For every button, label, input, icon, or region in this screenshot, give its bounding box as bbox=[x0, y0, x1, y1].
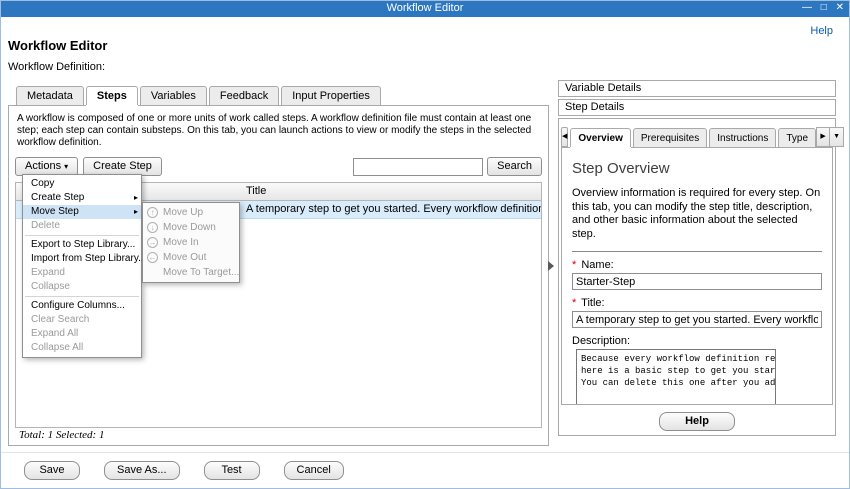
menu-separator bbox=[25, 235, 139, 236]
page-title: Workflow Editor bbox=[8, 38, 108, 53]
minimize-icon[interactable]: — bbox=[802, 2, 812, 13]
submenu-item-move-out: ← Move Out bbox=[147, 252, 207, 263]
divider bbox=[572, 251, 822, 252]
column-header-title[interactable]: Title bbox=[246, 185, 266, 197]
footer-buttons: Save Save As... Test Cancel bbox=[24, 461, 344, 480]
step-overview-heading: Step Overview bbox=[572, 160, 670, 177]
title-bar: Workflow Editor — □ ✕ bbox=[0, 0, 850, 17]
tab-strip-controls: ▶ ▼ bbox=[816, 127, 845, 147]
move-step-submenu: ↑ Move Up ↓ Move Down → Move In ← Move O… bbox=[142, 202, 240, 283]
menu-item-delete: Delete bbox=[31, 220, 60, 231]
footer-divider bbox=[0, 452, 850, 453]
blank-icon bbox=[147, 267, 158, 278]
name-label: * Name: bbox=[572, 259, 614, 271]
maximize-icon[interactable]: □ bbox=[821, 2, 827, 13]
actions-menu: Copy Create Step ▸ Move Step ▸ Delete Ex… bbox=[22, 174, 146, 358]
steps-description: A workflow is composed of one or more un… bbox=[17, 113, 532, 148]
menu-item-expand-all: Expand All bbox=[31, 328, 79, 339]
test-button[interactable]: Test bbox=[203, 461, 260, 480]
menu-item-collapse: Collapse bbox=[31, 281, 70, 292]
title-label: * Title: bbox=[572, 297, 605, 309]
tab-steps[interactable]: Steps bbox=[85, 86, 138, 105]
tab-feedback[interactable]: Feedback bbox=[208, 86, 280, 105]
submenu-item-move-up: ↑ Move Up bbox=[143, 205, 239, 220]
required-marker: * bbox=[572, 297, 577, 309]
menu-item-export-step-library[interactable]: Export to Step Library... bbox=[23, 238, 141, 252]
tab-type[interactable]: Type bbox=[778, 128, 817, 147]
description-textarea[interactable]: Because every workflow definition req he… bbox=[576, 349, 776, 404]
step-overview-description: Overview information is required for eve… bbox=[572, 187, 821, 240]
circle-arrow-up-icon: ↑ bbox=[147, 207, 158, 218]
window-title: Workflow Editor bbox=[386, 2, 464, 14]
left-tab-strip: Metadata Steps Variables Feedback Input … bbox=[16, 86, 383, 105]
title-field[interactable] bbox=[572, 311, 822, 328]
menu-item-move-step[interactable]: Move Step ▸ bbox=[23, 205, 141, 219]
tab-scroll-right-icon[interactable]: ▶ bbox=[816, 127, 831, 147]
save-button[interactable]: Save bbox=[24, 461, 80, 480]
menu-item-configure-columns[interactable]: Configure Columns... bbox=[23, 299, 141, 313]
workflow-definition-label: Workflow Definition: bbox=[8, 61, 105, 73]
submenu-item-move-in: → Move In bbox=[147, 237, 199, 248]
step-details-tab-strip: ◀ Overview Prerequisites Instructions Ty… bbox=[561, 122, 845, 147]
step-details-header[interactable]: Step Details bbox=[558, 99, 836, 116]
circle-arrow-left-icon: ← bbox=[147, 252, 158, 263]
menu-item-create-step[interactable]: Create Step ▸ bbox=[23, 191, 141, 205]
panel-splitter-icon[interactable] bbox=[548, 261, 554, 271]
submenu-item-move-down: ↓ Move Down bbox=[143, 220, 239, 235]
search-button[interactable]: Search bbox=[487, 157, 542, 176]
tab-instructions[interactable]: Instructions bbox=[709, 128, 777, 147]
variable-details-header[interactable]: Variable Details bbox=[558, 80, 836, 97]
cancel-button[interactable]: Cancel bbox=[283, 461, 344, 480]
help-link[interactable]: Help bbox=[810, 25, 833, 37]
step-title-cell: A temporary step to get you started. Eve… bbox=[246, 203, 541, 215]
circle-arrow-down-icon: ↓ bbox=[147, 222, 158, 233]
chevron-down-icon: ▾ bbox=[64, 162, 69, 171]
submenu-arrow-icon: ▸ bbox=[133, 207, 138, 216]
name-field[interactable] bbox=[572, 273, 822, 290]
menu-separator bbox=[25, 296, 139, 297]
overview-tab-content: Step Overview Overview information is re… bbox=[561, 147, 833, 405]
required-marker: * bbox=[572, 259, 577, 271]
submenu-arrow-icon: ▸ bbox=[133, 193, 138, 202]
tab-metadata[interactable]: Metadata bbox=[16, 86, 84, 105]
menu-item-collapse-all: Collapse All bbox=[31, 342, 84, 353]
tab-prerequisites[interactable]: Prerequisites bbox=[632, 128, 708, 147]
tab-scroll-left-icon[interactable]: ◀ bbox=[561, 127, 569, 147]
selection-status: Total: 1 Selected: 1 bbox=[19, 429, 105, 441]
tab-variables[interactable]: Variables bbox=[139, 86, 207, 105]
menu-item-clear-search: Clear Search bbox=[31, 314, 90, 325]
tab-overview[interactable]: Overview bbox=[570, 128, 631, 147]
help-row: Help bbox=[559, 412, 835, 431]
tab-input-properties[interactable]: Input Properties bbox=[281, 86, 381, 105]
search-input[interactable] bbox=[353, 157, 484, 176]
tab-list-dropdown-icon[interactable]: ▼ bbox=[830, 127, 845, 147]
description-label: Description: bbox=[572, 335, 631, 347]
circle-arrow-right-icon: → bbox=[147, 237, 158, 248]
close-icon[interactable]: ✕ bbox=[836, 2, 844, 13]
submenu-item-move-to-target: Move To Target... bbox=[143, 265, 239, 280]
save-as-button[interactable]: Save As... bbox=[104, 461, 180, 480]
step-details-panel: ◀ Overview Prerequisites Instructions Ty… bbox=[558, 118, 845, 436]
menu-item-expand: Expand bbox=[31, 267, 65, 278]
menu-item-import-step-library[interactable]: Import from Step Library... bbox=[23, 252, 146, 266]
menu-item-copy[interactable]: Copy bbox=[23, 177, 141, 191]
help-button[interactable]: Help bbox=[659, 412, 735, 431]
window-controls: — □ ✕ bbox=[796, 0, 844, 17]
